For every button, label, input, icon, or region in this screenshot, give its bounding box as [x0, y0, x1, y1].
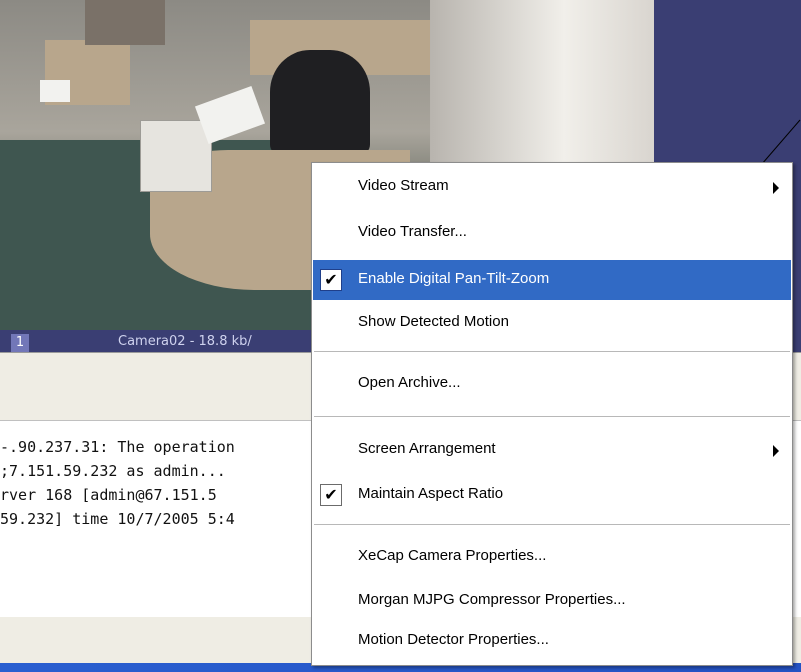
- checkmark-icon: ✔: [320, 484, 342, 506]
- menu-item-morgan-mjpg-properties[interactable]: Morgan MJPG Compressor Properties...: [313, 581, 791, 621]
- menu-item-video-transfer[interactable]: Video Transfer...: [313, 213, 791, 253]
- menu-item-label: Video Stream: [358, 177, 449, 194]
- menu-separator: [314, 351, 790, 352]
- menu-item-label: Show Detected Motion: [358, 313, 509, 330]
- menu-item-enable-digital-ptz[interactable]: ✔ Enable Digital Pan-Tilt-Zoom: [313, 260, 791, 300]
- menu-item-label: Screen Arrangement: [358, 440, 496, 457]
- menu-item-label: Enable Digital Pan-Tilt-Zoom: [358, 270, 550, 287]
- menu-item-label: Video Transfer...: [358, 223, 467, 240]
- menu-item-label: Motion Detector Properties...: [358, 631, 549, 648]
- menu-separator: [314, 524, 790, 525]
- menu-item-label: XeCap Camera Properties...: [358, 547, 547, 564]
- log-line: rver 168 [admin@67.151.5: [0, 486, 217, 504]
- log-line: 59.232] time 10/7/2005 5:4: [0, 510, 235, 528]
- menu-item-video-stream[interactable]: Video Stream: [313, 167, 791, 207]
- menu-item-label: Morgan MJPG Compressor Properties...: [358, 591, 626, 608]
- context-menu: Video Stream Video Transfer... ✔ Enable …: [311, 162, 793, 666]
- menu-item-screen-arrangement[interactable]: Screen Arrangement: [313, 430, 791, 470]
- menu-item-maintain-aspect-ratio[interactable]: ✔ Maintain Aspect Ratio: [313, 475, 791, 515]
- menu-item-motion-detector-properties[interactable]: Motion Detector Properties...: [313, 621, 791, 661]
- checkmark-icon: ✔: [320, 269, 342, 291]
- submenu-arrow-icon: [773, 445, 779, 457]
- submenu-arrow-icon: [773, 182, 779, 194]
- log-line: -.90.237.31: The operation: [0, 438, 235, 456]
- menu-item-open-archive[interactable]: Open Archive...: [313, 364, 791, 404]
- log-line: ;7.151.59.232 as admin...: [0, 462, 226, 480]
- menu-item-label: Open Archive...: [358, 374, 461, 391]
- menu-item-label: Maintain Aspect Ratio: [358, 485, 504, 502]
- menu-item-xecap-camera-properties[interactable]: XeCap Camera Properties...: [313, 537, 791, 577]
- menu-item-show-detected-motion[interactable]: Show Detected Motion: [313, 303, 791, 343]
- menu-separator: [314, 416, 790, 417]
